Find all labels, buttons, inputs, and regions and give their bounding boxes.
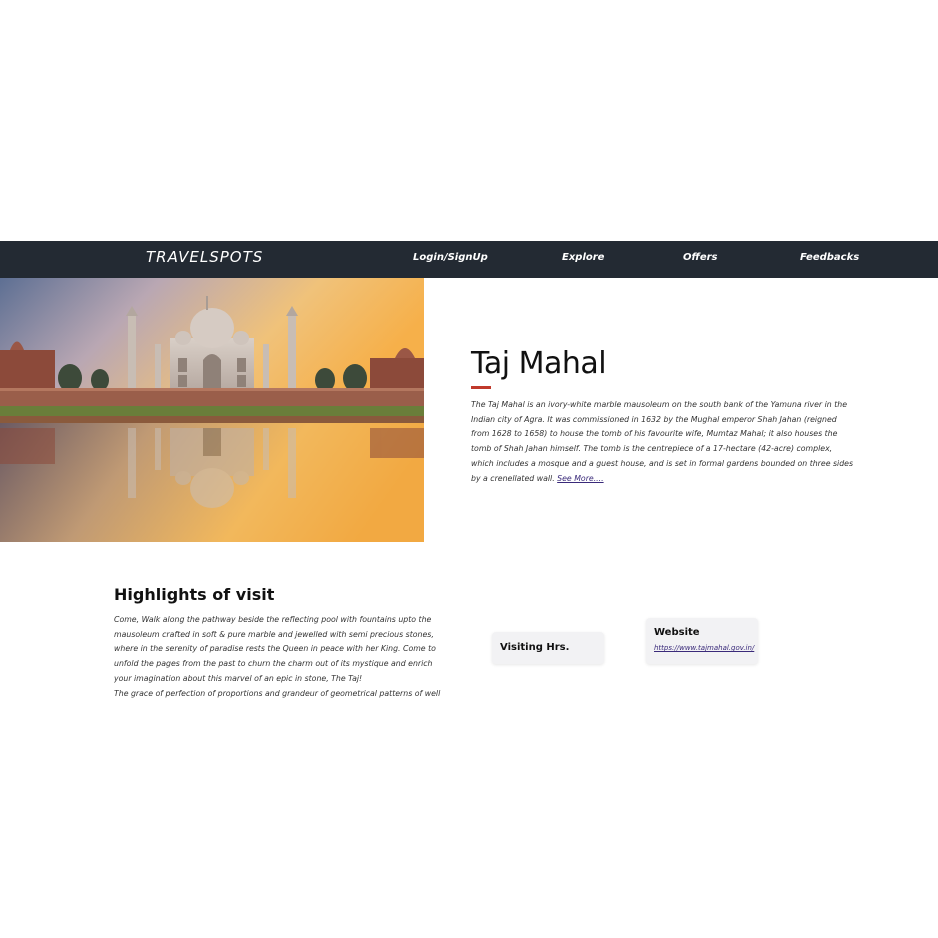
website-title: Website — [654, 627, 700, 638]
title-underline — [471, 386, 491, 389]
highlights-paragraph: Come, Walk along the pathway beside the … — [114, 615, 436, 683]
highlights-paragraph: The grace of perfection of proportions a… — [114, 688, 441, 698]
brand-logo[interactable]: TRAVELSPOTS — [146, 248, 263, 266]
nav-feedbacks[interactable]: Feedbacks — [800, 252, 859, 263]
navbar: TRAVELSPOTS Login/SignUp Explore Offers … — [0, 241, 938, 278]
highlights-title: Highlights of visit — [114, 585, 275, 604]
taj-mahal-photo — [0, 278, 424, 542]
hero-description-text: The Taj Mahal is an ivory-white marble m… — [471, 400, 854, 483]
nav-login-signup[interactable]: Login/SignUp — [413, 252, 488, 263]
see-more-link[interactable]: See More.... — [557, 474, 603, 483]
visiting-hours-card: Visiting Hrs. — [492, 632, 604, 664]
website-card: Website https://www.tajmahal.gov.in/ — [646, 618, 758, 664]
nav-explore[interactable]: Explore — [562, 252, 604, 263]
visiting-hours-title: Visiting Hrs. — [500, 642, 570, 653]
website-link[interactable]: https://www.tajmahal.gov.in/ — [654, 644, 754, 652]
hero-description: The Taj Mahal is an ivory-white marble m… — [471, 398, 855, 486]
highlights-text: Come, Walk along the pathway beside the … — [114, 613, 444, 699]
page-title: Taj Mahal — [471, 346, 607, 381]
nav-offers[interactable]: Offers — [683, 252, 718, 263]
page: TRAVELSPOTS Login/SignUp Explore Offers … — [0, 0, 938, 938]
